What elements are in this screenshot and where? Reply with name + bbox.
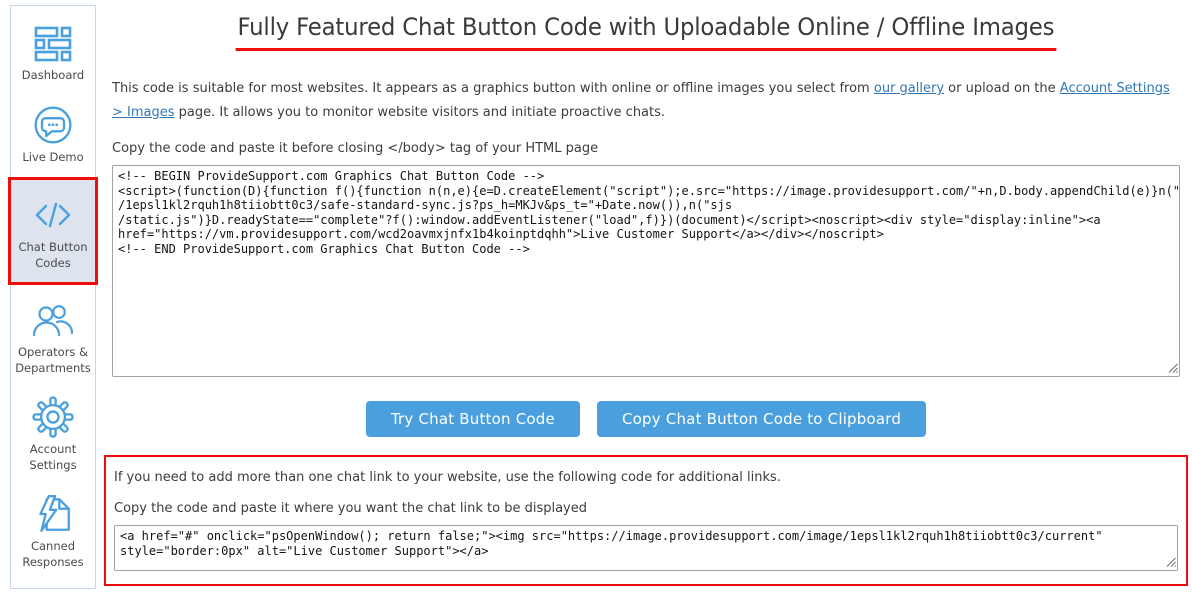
sidebar-item-live-demo[interactable]: Live Demo (11, 94, 95, 174)
sidebar-item-label: Operators & Departments (13, 345, 93, 376)
page-title: Fully Featured Chat Button Code with Upl… (236, 13, 1057, 51)
sidebar-item-account-settings[interactable]: Account Settings (11, 386, 95, 481)
sidebar-item-chat-button-codes[interactable]: Chat Button Codes (8, 177, 98, 285)
intro-text-1: This code is suitable for most websites.… (112, 81, 874, 96)
additional-links-section: If you need to add more than one chat li… (104, 455, 1188, 586)
intro-text-3: page. It allows you to monitor website v… (175, 105, 666, 120)
button-row: Try Chat Button Code Copy Chat Button Co… (112, 401, 1180, 437)
sidebar-item-label: Account Settings (13, 442, 93, 473)
chat-button-code-textarea[interactable]: <!-- BEGIN ProvideSupport.com Graphics C… (112, 165, 1180, 377)
sidebar-item-label: Chat Button Codes (13, 240, 93, 271)
sidebar-item-operators-departments[interactable]: Operators & Departments (11, 289, 95, 384)
sidebar-item-canned-responses[interactable]: Canned Responses (11, 483, 95, 578)
operators-icon (13, 298, 93, 342)
additional-links-instruction-1: If you need to add more than one chat li… (114, 470, 1178, 485)
sidebar-item-label: Canned Responses (13, 539, 93, 570)
sidebar: Dashboard Live Demo Chat Button Codes (10, 5, 96, 589)
gear-icon (13, 395, 93, 439)
our-gallery-link[interactable]: our gallery (874, 81, 944, 96)
live-demo-icon (13, 103, 93, 147)
sidebar-item-label: Live Demo (13, 150, 93, 166)
code-icon (13, 193, 93, 237)
canned-responses-icon (13, 492, 93, 536)
try-chat-button-code-button[interactable]: Try Chat Button Code (366, 401, 580, 437)
title-wrap: Fully Featured Chat Button Code with Upl… (112, 13, 1180, 51)
additional-links-instruction-2: Copy the code and paste it where you wan… (114, 501, 1178, 516)
intro-paragraph: This code is suitable for most websites.… (112, 77, 1180, 125)
sidebar-item-label: Dashboard (13, 68, 93, 84)
sidebar-item-dashboard[interactable]: Dashboard (11, 12, 95, 92)
intro-text-2: or upload on the (944, 81, 1060, 96)
dashboard-icon (13, 21, 93, 65)
paste-instruction: Copy the code and paste it before closin… (112, 141, 1180, 156)
copy-chat-button-code-button[interactable]: Copy Chat Button Code to Clipboard (597, 401, 926, 437)
main-content: Fully Featured Chat Button Code with Upl… (112, 0, 1180, 586)
chat-link-code-container: <a href="#" onclick="psOpenWindow(); ret… (114, 525, 1178, 571)
chat-button-code-container: <!-- BEGIN ProvideSupport.com Graphics C… (112, 165, 1180, 377)
chat-link-code-textarea[interactable]: <a href="#" onclick="psOpenWindow(); ret… (114, 525, 1178, 571)
